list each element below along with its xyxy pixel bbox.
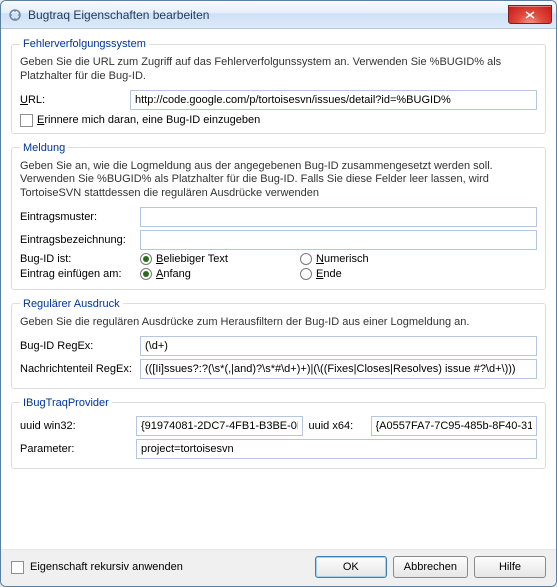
entry-label-input[interactable] — [140, 230, 537, 250]
group-message-legend: Meldung — [20, 142, 68, 154]
ok-button[interactable]: OK — [315, 556, 387, 578]
entry-pattern-input[interactable] — [140, 207, 537, 227]
uuid32-input[interactable] — [136, 416, 303, 436]
remind-checkbox[interactable] — [20, 114, 33, 127]
radio-icon — [300, 253, 312, 265]
entry-label-label: Eintragsbezeichnung: — [20, 234, 140, 246]
param-label: Parameter: — [20, 443, 130, 455]
close-button[interactable] — [508, 5, 552, 24]
bugid-regex-label: Bug-ID RegEx: — [20, 340, 140, 352]
remind-label: Erinnere mich daran, eine Bug-ID einzuge… — [37, 114, 260, 126]
msgpart-regex-input[interactable] — [140, 359, 537, 379]
radio-icon — [140, 268, 152, 280]
radio-end[interactable]: Ende — [300, 268, 342, 280]
group-provider: IBugTraqProvider uuid win32: uuid x64: P… — [11, 397, 546, 469]
radio-numeric[interactable]: Numerisch — [300, 253, 369, 265]
radio-any-text[interactable]: Beliebiger Text — [140, 253, 300, 265]
close-icon — [525, 11, 535, 19]
help-button[interactable]: Hilfe — [474, 556, 546, 578]
regex-desc: Geben Sie die regulären Ausdrücke zum He… — [20, 316, 537, 330]
uuid64-input[interactable] — [371, 416, 538, 436]
dialog-buttons: Eigenschaft rekursiv anwenden OK Abbrech… — [1, 549, 556, 586]
group-tracker-legend: Fehlerverfolgungssystem — [20, 38, 149, 50]
msgpart-regex-label: Nachrichtenteil RegEx: — [20, 363, 140, 375]
param-input[interactable] — [136, 439, 537, 459]
uuid32-label: uuid win32: — [20, 420, 130, 432]
group-message: Meldung Geben Sie an, wie die Logmeldung… — [11, 142, 546, 290]
tracker-desc: Geben Sie die URL zum Zugriff auf das Fe… — [20, 56, 537, 84]
url-label: URL: — [20, 94, 130, 106]
radio-icon — [300, 268, 312, 280]
message-desc: Geben Sie an, wie die Logmeldung aus der… — [20, 160, 537, 201]
url-input[interactable] — [130, 90, 537, 110]
uuid64-label: uuid x64: — [309, 420, 365, 432]
radio-icon — [140, 253, 152, 265]
titlebar: Bugtraq Eigenschaften bearbeiten — [1, 1, 556, 29]
recursive-checkbox[interactable] — [11, 561, 24, 574]
radio-start[interactable]: Anfang — [140, 268, 300, 280]
group-tracker: Fehlerverfolgungssystem Geben Sie die UR… — [11, 38, 546, 134]
entry-pattern-label: Eintragsmuster: — [20, 211, 140, 223]
group-regex-legend: Regulärer Ausdruck — [20, 298, 123, 310]
cancel-button[interactable]: Abbrechen — [393, 556, 468, 578]
bugid-is-label: Bug-ID ist: — [20, 253, 140, 265]
app-icon — [7, 7, 23, 23]
group-provider-legend: IBugTraqProvider — [20, 397, 112, 409]
bugid-regex-input[interactable] — [140, 336, 537, 356]
insert-at-label: Eintrag einfügen am: — [20, 268, 140, 280]
recursive-label: Eigenschaft rekursiv anwenden — [30, 561, 183, 573]
window-title: Bugtraq Eigenschaften bearbeiten — [28, 8, 508, 22]
group-regex: Regulärer Ausdruck Geben Sie die regulär… — [11, 298, 546, 389]
